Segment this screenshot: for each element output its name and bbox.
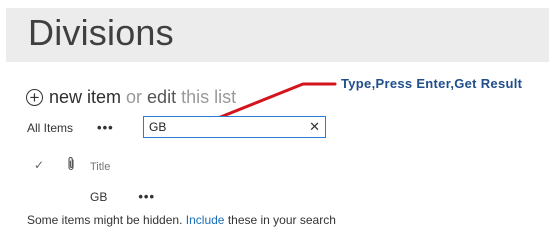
- include-link[interactable]: Include: [186, 213, 225, 227]
- view-name[interactable]: All Items: [27, 121, 73, 135]
- clear-search-icon[interactable]: ✕: [309, 119, 320, 135]
- search-input[interactable]: [144, 118, 299, 136]
- view-selector[interactable]: All Items •••: [27, 120, 114, 135]
- row-more-icon[interactable]: •••: [138, 189, 155, 204]
- list-item[interactable]: GB •••: [90, 189, 155, 204]
- hidden-items-notice: Some items might be hidden. Include thes…: [27, 213, 336, 227]
- view-more-icon[interactable]: •••: [97, 120, 114, 135]
- row-title[interactable]: GB: [90, 190, 107, 204]
- select-all-check-icon[interactable]: ✓: [34, 158, 44, 172]
- notice-suffix: these in your search: [227, 213, 336, 227]
- notice-prefix: Some items might be hidden.: [27, 213, 183, 227]
- paperclip-icon: [68, 156, 74, 171]
- column-header-title[interactable]: Title: [90, 161, 110, 173]
- search-box[interactable]: ✕: [143, 116, 326, 138]
